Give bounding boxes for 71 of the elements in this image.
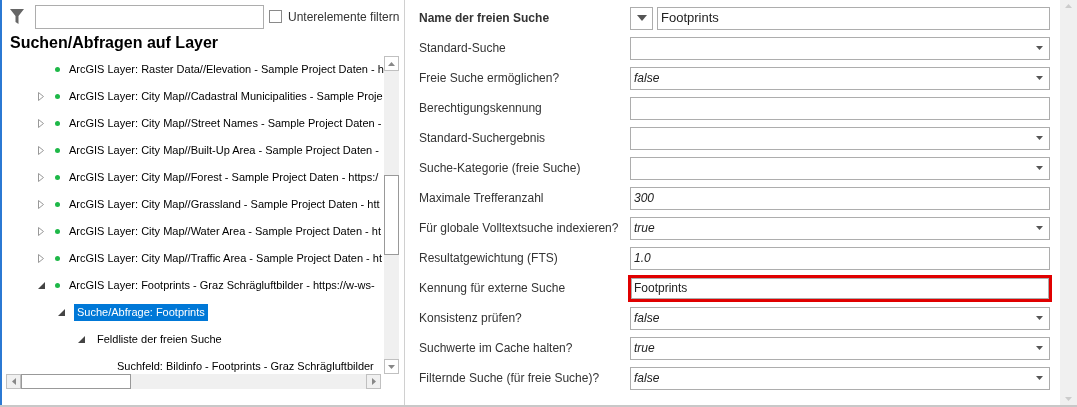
property-label: Suchwerte im Cache halten? [419, 340, 574, 357]
property-label: Freie Suche ermöglichen? [419, 70, 561, 87]
tree-item[interactable]: ArcGIS Layer: Raster Data//Elevation - Sample Project Daten - h [66, 61, 384, 78]
expand-arrow-icon[interactable] [38, 254, 44, 263]
scrollbar-thumb[interactable] [21, 374, 131, 389]
property-label: Standard-Suchergebnis [419, 130, 547, 147]
dropdown-caret-icon [1036, 316, 1043, 320]
property-label: Standard-Suche [419, 40, 507, 57]
property-label: Suche-Kategorie (freie Suche) [419, 160, 582, 177]
dropdown-field[interactable]: false [630, 366, 1050, 390]
dropdown-caret-icon [1036, 346, 1043, 350]
scrollbar-thumb[interactable] [384, 175, 399, 255]
vertical-scrollbar[interactable] [384, 56, 399, 374]
text-field[interactable]: Footprints [657, 6, 1050, 30]
tree-item[interactable]: Suche/Abfrage: Footprints [74, 304, 208, 321]
expand-arrow-icon[interactable] [38, 146, 44, 155]
tree-item[interactable]: ArcGIS Layer: City Map//Grassland - Sample Project Daten - htt [66, 196, 383, 213]
property-label: Name der freien Suche [419, 10, 551, 27]
horizontal-scrollbar[interactable] [6, 374, 381, 389]
tree-item[interactable]: ArcGIS Layer: City Map//Water Area - Sample Project Daten - ht [66, 223, 384, 240]
property-label: Für globale Volltextsuche indexieren? [419, 220, 620, 237]
dropdown-caret-icon [1036, 76, 1043, 80]
dropdown-field[interactable]: true [630, 216, 1050, 240]
dropdown-caret-icon [1036, 46, 1043, 50]
dropdown-field[interactable] [630, 36, 1050, 60]
filter-icon[interactable] [10, 9, 24, 24]
tree-item[interactable]: Feldliste der freien Suche [94, 331, 225, 348]
property-label: Kennung für externe Suche [419, 280, 567, 297]
text-field[interactable] [630, 96, 1050, 120]
tree-item[interactable]: Suchfeld: Bildinfo - Footprints - Graz Schrägluftbilder [114, 358, 377, 374]
property-label: Filternde Suche (für freie Suche)? [419, 370, 601, 387]
expand-arrow-icon[interactable] [38, 92, 44, 101]
checkbox[interactable] [269, 10, 282, 23]
scroll-right-icon[interactable] [371, 378, 376, 385]
expand-arrow-icon[interactable] [38, 119, 44, 128]
collapse-arrow-icon[interactable] [57, 309, 65, 316]
dropdown-caret-icon [1036, 136, 1043, 140]
scroll-up-icon[interactable] [388, 61, 395, 66]
property-label: Resultatgewichtung (FTS) [419, 250, 559, 267]
dropdown-field[interactable] [630, 156, 1050, 180]
property-label: Berechtigungskennung [419, 100, 543, 117]
dropdown-caret-icon [1036, 226, 1043, 230]
dropdown-field[interactable] [630, 126, 1050, 150]
expand-arrow-icon[interactable] [38, 200, 44, 209]
tree-title: Suchen/Abfragen auf Layer [9, 33, 220, 53]
dropdown-button[interactable] [630, 6, 653, 30]
collapse-arrow-icon[interactable] [77, 336, 85, 343]
tree-item[interactable]: ArcGIS Layer: City Map//Street Names - Sample Project Daten - [66, 115, 384, 132]
tree-item[interactable]: ArcGIS Layer: City Map//Forest - Sample Project Daten - https:/ [66, 169, 382, 186]
checkbox-label: Unterelemente filtern [288, 8, 400, 26]
text-field[interactable]: Footprints [628, 274, 1052, 302]
expand-arrow-icon[interactable] [38, 227, 44, 236]
tree-item[interactable]: ArcGIS Layer: Footprints - Graz Schrägluftbilder - https://w-ws- [66, 277, 378, 294]
property-label: Maximale Trefferanzahl [419, 190, 545, 207]
dropdown-field[interactable]: true [630, 336, 1050, 360]
scroll-left-icon[interactable] [11, 378, 16, 385]
tree-item[interactable]: ArcGIS Layer: City Map//Built-Up Area - Sample Project Daten - [66, 142, 382, 159]
dropdown-caret-icon [1036, 166, 1043, 170]
dropdown-field[interactable]: false [630, 306, 1050, 330]
dropdown-arrow-icon [636, 15, 647, 21]
dropdown-caret-icon [1036, 376, 1043, 380]
filter-field[interactable] [35, 4, 264, 29]
text-field[interactable]: 300 [630, 186, 1050, 210]
scroll-down-icon[interactable] [388, 364, 395, 369]
tree-item[interactable]: ArcGIS Layer: City Map//Traffic Area - Sample Project Daten - ht [66, 250, 384, 267]
dropdown-field[interactable]: false [630, 66, 1050, 90]
property-label: Konsistenz prüfen? [419, 310, 523, 327]
collapse-arrow-icon[interactable] [37, 282, 45, 289]
expand-arrow-icon[interactable] [38, 173, 44, 182]
tree-item[interactable]: ArcGIS Layer: City Map//Cadastral Municipalities - Sample Proje [66, 88, 384, 105]
text-field[interactable]: 1.0 [630, 246, 1050, 270]
